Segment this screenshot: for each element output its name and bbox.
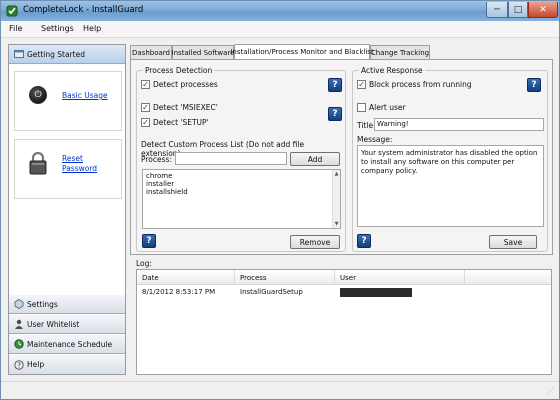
menu-help[interactable]: Help (83, 24, 101, 33)
process-detection-title: Process Detection (143, 66, 215, 75)
process-listbox[interactable]: chrome installer installshield ▲ ▼ (142, 169, 341, 229)
clock-icon (13, 339, 24, 350)
settings-icon (13, 299, 24, 310)
checkbox-checked-icon: ✓ (357, 80, 366, 89)
scroll-up-icon[interactable]: ▲ (333, 170, 340, 178)
checkbox-unchecked-icon (357, 103, 366, 112)
sidebar-item-settings[interactable]: Settings (9, 295, 125, 314)
detect-setup-checkbox[interactable]: ✓ Detect 'SETUP' (141, 118, 209, 127)
title-label: Title: (357, 121, 376, 130)
checkbox-label: Detect 'SETUP' (153, 118, 209, 127)
log-process-cell: InstallGuardSetup (240, 288, 303, 296)
column-header-user[interactable]: User (335, 270, 465, 285)
help-button[interactable]: ? (527, 78, 541, 92)
reset-password-link[interactable]: Reset Password (62, 154, 112, 174)
help-button[interactable]: ? (357, 234, 371, 248)
sidebar-header-getting-started[interactable]: Getting Started (9, 45, 125, 64)
lock-icon (29, 151, 47, 175)
help-button[interactable]: ? (328, 78, 342, 92)
log-table[interactable]: Date Process User 8/1/2012 8:53:17 PM In… (136, 269, 552, 375)
help-circle-icon: ? (13, 359, 24, 370)
sidebar: Getting Started ⏻ Basic Usage Reset Pass… (8, 44, 126, 375)
app-logo-icon (6, 5, 18, 17)
checkbox-label: Alert user (369, 103, 406, 112)
menu-file[interactable]: File (9, 24, 22, 33)
detect-msiexec-checkbox[interactable]: ✓ Detect 'MSIEXEC' (141, 103, 218, 112)
block-process-checkbox[interactable]: ✓ Block process from running (357, 80, 472, 89)
detect-processes-checkbox[interactable]: ✓ Detect processes (141, 80, 218, 89)
status-bar: ⋰ (1, 381, 559, 399)
message-textarea[interactable]: Your system administrator has disabled t… (357, 145, 544, 227)
tab-installed-software[interactable]: Installed Software (172, 45, 234, 59)
resize-grip-icon[interactable]: ⋰ (547, 387, 557, 397)
process-input[interactable] (175, 152, 287, 165)
sidebar-item-label: Help (27, 360, 45, 369)
reset-password-panel: Reset Password (14, 139, 122, 199)
app-window: CompleteLock - InstallGuard ─ □ ✕ File S… (0, 0, 560, 400)
log-table-header: Date Process User (137, 270, 551, 285)
sidebar-item-label: Settings (27, 299, 58, 309)
log-user-cell-redacted (340, 288, 412, 297)
help-button[interactable]: ? (142, 234, 156, 248)
column-header-process[interactable]: Process (235, 270, 335, 285)
window-title: CompleteLock - InstallGuard (23, 5, 144, 15)
active-response-group: Active Response ✓ Block process from run… (352, 66, 548, 252)
remove-button[interactable]: Remove (290, 235, 340, 249)
checkbox-checked-icon: ✓ (141, 103, 150, 112)
sidebar-item-maintenance-schedule[interactable]: Maintenance Schedule (9, 335, 125, 354)
process-detection-group: Process Detection ✓ Detect processes ? ✓… (136, 66, 346, 252)
sidebar-item-label: User Whitelist (27, 319, 80, 329)
help-button[interactable]: ? (328, 107, 342, 121)
tab-content: Process Detection ✓ Detect processes ? ✓… (130, 59, 553, 255)
alert-user-checkbox[interactable]: Alert user (357, 103, 406, 112)
log-label: Log: (136, 259, 152, 268)
list-item[interactable]: installshield (146, 188, 337, 196)
sidebar-item-user-whitelist[interactable]: User Whitelist (9, 315, 125, 334)
table-row[interactable]: 8/1/2012 8:53:17 PM InstallGuardSetup (137, 286, 551, 300)
message-label: Message: (357, 135, 393, 144)
basic-usage-panel: ⏻ Basic Usage (14, 71, 122, 131)
save-button[interactable]: Save (489, 235, 537, 249)
sidebar-header-label: Getting Started (27, 49, 85, 59)
tab-dashboard[interactable]: Dashboard (130, 45, 172, 59)
checkbox-checked-icon: ✓ (141, 118, 150, 127)
log-date-cell: 8/1/2012 8:53:17 PM (142, 288, 216, 296)
title-input[interactable]: Warning! (374, 118, 544, 131)
power-icon: ⏻ (29, 86, 47, 104)
sidebar-item-label: Maintenance Schedule (27, 339, 113, 349)
active-response-title: Active Response (359, 66, 425, 75)
menu-settings[interactable]: Settings (41, 24, 74, 33)
checkbox-checked-icon: ✓ (141, 80, 150, 89)
tab-installation-monitor[interactable]: Installation/Process Monitor and Blackli… (230, 44, 374, 59)
minimize-button[interactable]: ─ (486, 2, 508, 18)
scroll-down-icon[interactable]: ▼ (333, 220, 340, 228)
list-item[interactable]: installer (146, 180, 337, 188)
svg-text:?: ? (17, 361, 21, 369)
getting-started-icon (13, 49, 24, 60)
menu-bar: File Settings Help (1, 21, 559, 38)
user-icon (13, 319, 24, 330)
sidebar-item-help[interactable]: ? Help (9, 355, 125, 374)
checkbox-label: Block process from running (369, 80, 472, 89)
process-label: Process: (141, 155, 172, 164)
close-button[interactable]: ✕ (528, 2, 558, 18)
basic-usage-link[interactable]: Basic Usage (62, 91, 108, 101)
list-item[interactable]: chrome (146, 172, 337, 180)
maximize-button[interactable]: □ (508, 2, 528, 18)
tab-change-tracking[interactable]: Change Tracking (370, 45, 430, 59)
checkbox-label: Detect processes (153, 80, 218, 89)
checkbox-label: Detect 'MSIEXEC' (153, 103, 218, 112)
column-header-date[interactable]: Date (137, 270, 235, 285)
title-bar[interactable]: CompleteLock - InstallGuard ─ □ ✕ (1, 1, 559, 21)
list-scrollbar[interactable]: ▲ ▼ (332, 170, 340, 228)
add-button[interactable]: Add (290, 152, 340, 166)
